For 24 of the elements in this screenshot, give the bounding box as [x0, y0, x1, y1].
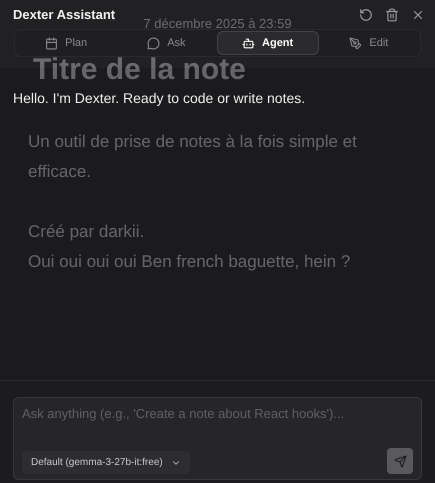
mode-tab[interactable]: Edit [318, 31, 419, 55]
calendar-icon [45, 36, 58, 50]
note-text: Créé par darkii. [28, 221, 146, 243]
assistant-message: Hello. I'm Dexter. Ready to code or write notes. [13, 89, 306, 108]
mode-tab[interactable]: Plan [16, 31, 116, 55]
note-date: 7 décembre 2025 à 23:59 [143, 16, 292, 32]
send-icon [394, 454, 406, 468]
speech-bubble-icon [147, 36, 160, 50]
note-text: Un outil de prise de notes à la fois simple et efficace. [28, 131, 358, 183]
reset-icon [359, 8, 373, 22]
pen-icon [349, 36, 362, 50]
trash-icon [385, 8, 399, 22]
chat-input-field[interactable]: Ask anything (e.g., 'Create a note about React hooks')... [22, 404, 413, 424]
chat-input-box[interactable]: Ask anything (e.g., 'Create a note about React hooks')... Default (gemma-3-27b-it:free) [13, 397, 422, 480]
note-text: Oui oui oui oui Ben french baguette, hein ? [28, 251, 352, 273]
send-button[interactable] [387, 448, 413, 474]
robot-icon [242, 36, 256, 50]
mode-tab[interactable]: Ask [116, 31, 216, 55]
note-title: Titre de la note [33, 52, 247, 88]
panel-title: Dexter Assistant [13, 6, 116, 24]
model-selector[interactable]: Default (gemma-3-27b-it:free) [22, 451, 190, 474]
reset-button[interactable] [359, 8, 373, 22]
mode-tab[interactable]: Agent [216, 31, 319, 55]
delete-button[interactable] [385, 8, 399, 22]
